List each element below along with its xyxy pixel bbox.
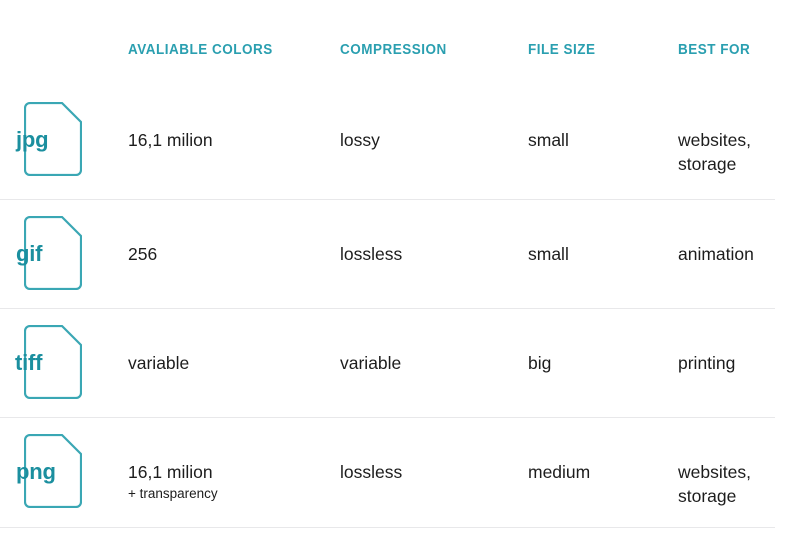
cell-compression: variable [340,353,402,373]
image-format-comparison-table: AVALIABLE COLORS COMPRESSION FILE SIZE B… [0,0,800,533]
cell-compression: lossless [340,244,403,264]
cell-available-colors: 16,1 milion [128,128,328,152]
format-label: jpg [16,127,49,152]
column-header-available-colors: AVALIABLE COLORS [128,42,273,58]
cell-available-colors: 16,1 milion + transparency [128,460,328,503]
format-icon-cell: gif [16,216,108,292]
format-icon-cell: tiff [15,325,108,401]
format-icon-cell: jpg [16,102,108,178]
cell-compression: lossless [340,462,403,482]
table-row: tiff variable variable big printing [0,309,800,419]
cell-file-size: small [528,244,569,264]
cell-value: 256 [128,244,158,264]
row-divider [0,527,775,528]
cell-value: variable [128,353,190,373]
table-row: png 16,1 milion + transparency lossless … [0,418,800,528]
cell-value-line-1: animation [678,244,754,264]
table-row: jpg 16,1 milion lossy small websites, st… [0,86,800,196]
table-row: gif 256 lossless small animation [0,200,800,310]
column-header-file-size: FILE SIZE [528,42,596,58]
cell-value: 16,1 milion [128,462,213,482]
cell-file-size: big [528,353,552,373]
format-icon-cell: png [16,434,108,510]
cell-value-line-1: printing [678,353,736,373]
table-header-row: AVALIABLE COLORS COMPRESSION FILE SIZE B… [0,0,800,86]
cell-file-size: medium [528,462,591,482]
cell-value-line-2: storage [678,486,737,506]
cell-best-for: animation [678,242,800,266]
cell-value-line-1: websites, [678,462,751,482]
column-header-best-for: BEST FOR [678,42,751,58]
cell-value: 16,1 milion [128,130,213,150]
cell-best-for: printing [678,351,800,375]
cell-file-size: small [528,130,569,150]
format-label: tiff [15,350,43,375]
cell-available-colors: 256 [128,242,328,266]
cell-value-line-1: websites, [678,130,751,150]
cell-value-line-2: storage [678,154,737,174]
cell-best-for: websites, storage [678,460,800,508]
cell-compression: lossy [340,130,380,150]
cell-best-for: websites, storage [678,128,800,176]
format-label: gif [16,241,43,266]
column-header-compression: COMPRESSION [340,42,447,58]
format-label: png [16,459,56,484]
cell-value-note: + transparency [128,486,218,501]
cell-available-colors: variable [128,351,328,375]
